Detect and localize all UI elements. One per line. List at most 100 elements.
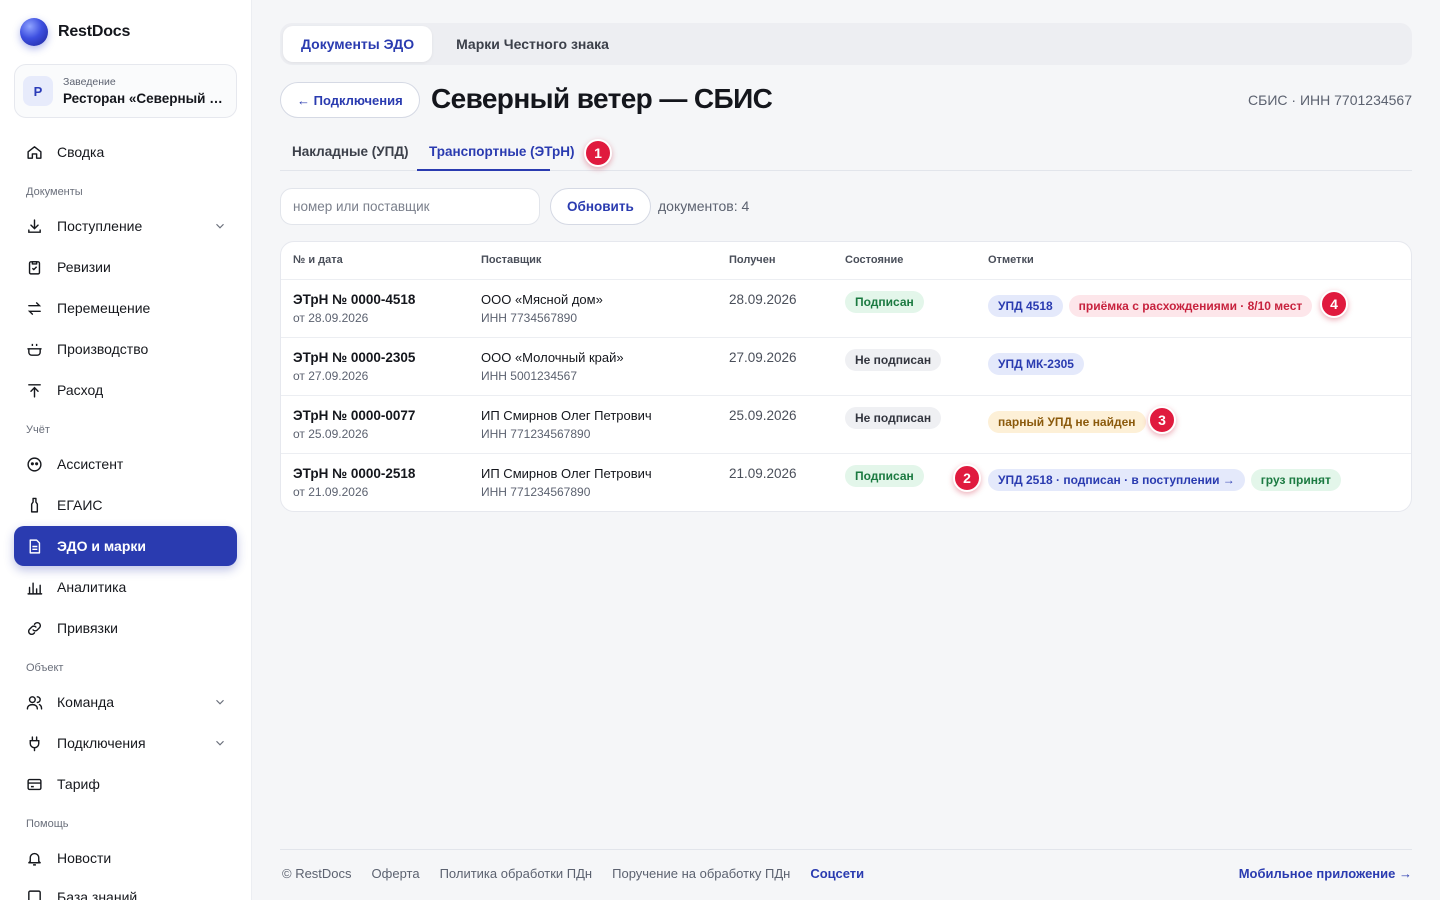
nav-production[interactable]: Производство [14, 329, 237, 369]
nav-incoming[interactable]: Поступление [14, 206, 237, 246]
nav-transfer[interactable]: Перемещение [14, 288, 237, 328]
table-row[interactable]: ЭТрН № 0000-2518 от 21.09.2026 ИП Смирно… [281, 454, 1411, 511]
nav-tariff[interactable]: Тариф [14, 764, 237, 804]
nav-edo[interactable]: ЭДО и марки [14, 526, 237, 566]
missing-upd-badge: парный УПД не найден [988, 411, 1146, 433]
doc-date: от 28.09.2026 [293, 311, 369, 325]
nav-audits[interactable]: Ревизии [14, 247, 237, 287]
nav-analytics[interactable]: Аналитика [14, 567, 237, 607]
users-icon [26, 695, 43, 710]
status-badge: Не подписан [845, 407, 942, 429]
upd-incoming-link-badge[interactable]: УПД 2518 · подписан · в поступлении → [988, 469, 1245, 491]
received-date: 28.09.2026 [729, 292, 797, 307]
cargo-accepted-badge: груз принят [1250, 469, 1341, 491]
nav-team-label: Команда [57, 694, 115, 710]
doc-number[interactable]: ЭТрН № 0000-2518 [293, 466, 415, 481]
nav-bindings-label: Привязки [57, 620, 118, 636]
supplier-name: ИП Смирнов Олег Петрович [481, 466, 652, 481]
nav-news[interactable]: Новости [14, 838, 237, 878]
credit-card-icon [27, 778, 42, 790]
venue-avatar: Р [23, 76, 53, 106]
nav-edo-label: ЭДО и марки [57, 538, 146, 554]
table-row[interactable]: ЭТрН № 0000-0077 от 25.09.2026 ИП Смирно… [281, 396, 1411, 454]
upd-link-badge[interactable]: УПД 4518 [988, 295, 1063, 317]
main-tabs: Документы ЭДО Марки Честного знака [280, 23, 1412, 65]
column-header-received: Получен [729, 254, 776, 266]
nav-knowledge[interactable]: База знаний [14, 877, 237, 900]
back-to-connections-button[interactable]: ← Подключения [280, 82, 420, 118]
nav-assistant[interactable]: Ассистент [14, 444, 237, 484]
nav-egais[interactable]: ЕГАИС [14, 485, 237, 525]
doc-number[interactable]: ЭТрН № 0000-2305 [293, 350, 415, 365]
upd-link-badge[interactable]: УПД МК-2305 [988, 353, 1084, 375]
footer-social-link[interactable]: Соцсети [810, 866, 864, 881]
chevron-down-icon [216, 223, 224, 229]
brand-logo-icon [20, 18, 48, 46]
clipboard-check-icon [28, 260, 41, 275]
tab-edo-documents[interactable]: Документы ЭДО [283, 26, 433, 62]
nav-news-label: Новости [57, 850, 112, 866]
nav-summary[interactable]: Сводка [14, 132, 237, 172]
nav-section-docs: Документы [26, 186, 83, 198]
doc-date: от 21.09.2026 [293, 485, 369, 499]
column-header-state: Состояние [845, 254, 904, 266]
nav-connections[interactable]: Подключения [14, 723, 237, 763]
nav-expense-label: Расход [57, 382, 104, 398]
doc-type-tabs: Накладные (УПД) Транспортные (ЭТрН) [280, 137, 1412, 171]
nav-egais-label: ЕГАИС [57, 497, 103, 513]
sidebar: RestDocs Р Заведение Ресторан «Северный … [0, 0, 252, 900]
discrepancy-badge: приёмка с расхождениями · 8/10 мест [1068, 295, 1313, 317]
column-header-number: № и дата [293, 254, 343, 266]
nav-expense[interactable]: Расход [14, 370, 237, 410]
nav-assistant-label: Ассистент [57, 456, 124, 472]
footer-policy-link[interactable]: Политика обработки ПДн [440, 866, 593, 881]
doc-number[interactable]: ЭТрН № 0000-0077 [293, 408, 415, 423]
document-count: документов: 4 [658, 198, 750, 214]
documents-table: № и дата Поставщик Получен Состояние Отм… [280, 241, 1412, 512]
page-meta: СБИС · ИНН 7701234567 [1248, 92, 1412, 108]
received-date: 21.09.2026 [729, 466, 797, 481]
status-badge: Подписан [845, 291, 924, 313]
supplier-name: ООО «Мясной дом» [481, 292, 603, 307]
venue-selector[interactable]: Р Заведение Ресторан «Северный ветер» [14, 64, 237, 118]
nav-knowledge-label: База знаний [57, 889, 138, 900]
nav-analytics-label: Аналитика [57, 579, 127, 595]
footer-offer-link[interactable]: Оферта [372, 866, 420, 881]
nav-bindings[interactable]: Привязки [14, 608, 237, 648]
search-input[interactable] [280, 188, 540, 225]
table-row[interactable]: ЭТрН № 0000-2305 от 27.09.2026 ООО «Моло… [281, 338, 1411, 396]
assistant-icon [27, 456, 42, 472]
link-icon [27, 621, 42, 635]
nav-section-help: Помощь [26, 818, 69, 830]
supplier-inn: ИНН 771234567890 [481, 485, 591, 499]
nav-section-accounting: Учёт [26, 424, 50, 436]
received-date: 25.09.2026 [729, 408, 797, 423]
nav-transfer-label: Перемещение [57, 300, 151, 316]
footer-mobile-app-link[interactable]: Мобильное приложение → [1239, 866, 1412, 881]
supplier-name: ООО «Молочный край» [481, 350, 624, 365]
arrows-swap-icon [27, 301, 42, 315]
table-row[interactable]: ЭТрН № 0000-4518 от 28.09.2026 ООО «Мясн… [281, 280, 1411, 338]
subtab-upd[interactable]: Накладные (УПД) [292, 144, 408, 159]
doc-number[interactable]: ЭТрН № 0000-4518 [293, 292, 415, 307]
bar-chart-icon [27, 582, 43, 595]
nav-tariff-label: Тариф [57, 776, 100, 792]
document-icon [29, 538, 41, 554]
footer-assignment-link[interactable]: Поручение на обработку ПДн [612, 866, 790, 881]
chevron-down-icon [216, 699, 224, 705]
nav-team[interactable]: Команда [14, 682, 237, 722]
plug-icon [29, 735, 40, 751]
tab-honest-mark[interactable]: Марки Честного знака [438, 26, 627, 62]
annotation-marker-3: 3 [1148, 406, 1176, 434]
supplier-name: ИП Смирнов Олег Петрович [481, 408, 652, 423]
nav-production-label: Производство [57, 341, 149, 357]
subtab-etrn[interactable]: Транспортные (ЭТрН) [429, 144, 575, 159]
upload-icon [28, 383, 41, 398]
table-header: № и дата Поставщик Получен Состояние Отм… [281, 242, 1411, 280]
page-title: Северный ветер — СБИС [431, 83, 773, 114]
nav-section-object: Объект [26, 662, 64, 674]
status-badge: Подписан [845, 465, 924, 487]
refresh-button[interactable]: Обновить [550, 188, 651, 225]
footer: © RestDocs Оферта Политика обработки ПДн… [280, 849, 1412, 900]
brand[interactable]: RestDocs [20, 18, 130, 46]
